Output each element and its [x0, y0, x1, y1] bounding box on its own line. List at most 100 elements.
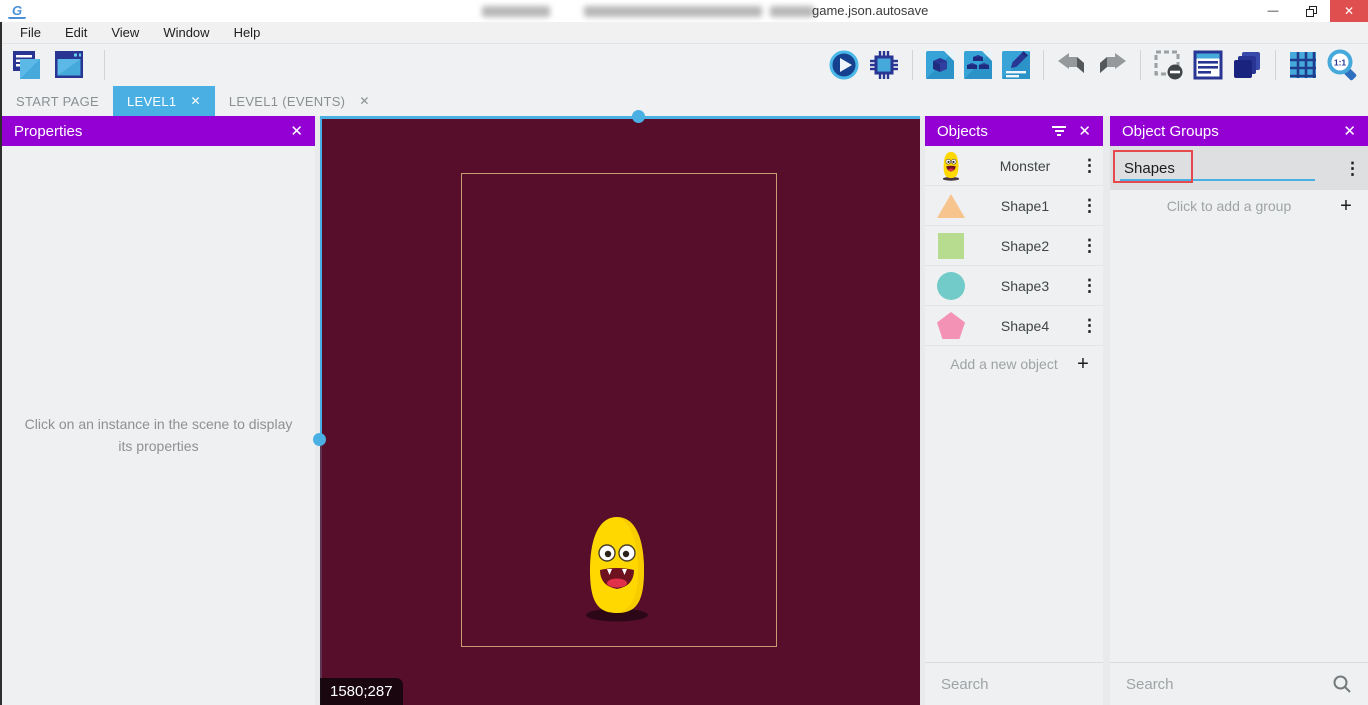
tab-close-icon[interactable]: ✕ [359, 94, 369, 108]
filter-icon[interactable] [1052, 124, 1066, 138]
object-menu-icon[interactable]: ⋮ [1081, 197, 1095, 214]
tab-level1-events[interactable]: LEVEL1 (EVENTS) ✕ [215, 86, 384, 116]
panel-title: Properties [14, 123, 278, 140]
menu-window[interactable]: Window [151, 22, 221, 44]
panel-resize-bar[interactable] [320, 116, 322, 440]
properties-empty-message: Click on an instance in the scene to dis… [20, 414, 297, 457]
plus-icon[interactable]: + [1073, 353, 1093, 376]
menu-help[interactable]: Help [222, 22, 273, 44]
main-area: Properties ✕ Click on an instance in the… [0, 116, 1368, 705]
minimize-button[interactable]: — [1254, 0, 1292, 22]
deselect-icon [1153, 49, 1185, 81]
tab-label: START PAGE [16, 94, 99, 109]
tab-label: LEVEL1 [127, 94, 177, 109]
instances-list-button[interactable] [1193, 48, 1223, 82]
orange-triangle-icon [933, 193, 969, 219]
undo-icon [1056, 51, 1088, 79]
panel-resize-bar-dim [320, 440, 322, 705]
redo-icon [1096, 51, 1128, 79]
redacted-title-segment [482, 6, 550, 17]
pink-pentagon-icon [933, 312, 969, 339]
properties-editor-button[interactable] [1001, 48, 1031, 82]
close-panel-icon[interactable]: ✕ [290, 122, 303, 140]
groups-search-input[interactable] [1126, 676, 1332, 693]
object-name: Shape4 [969, 318, 1081, 334]
close-panel-icon[interactable]: ✕ [1078, 122, 1091, 140]
restore-button[interactable] [1292, 0, 1330, 22]
zoom-1-1-icon: 1:1 [1326, 49, 1358, 81]
tab-close-icon[interactable]: ✕ [190, 94, 200, 108]
toolbar: 1:1 [0, 44, 1368, 86]
instances-list-icon [1193, 50, 1223, 80]
object-row-shape1[interactable]: Shape1 ⋮ [925, 186, 1103, 226]
object-groups-panel: Object Groups ✕ ⋮ Click to add a group + [1110, 116, 1368, 705]
svg-text:1:1: 1:1 [1334, 58, 1347, 68]
tab-start-page[interactable]: START PAGE [2, 86, 113, 116]
toolbar-divider [1275, 50, 1276, 80]
layers-icon [1231, 49, 1263, 81]
canvas-top-border [320, 116, 920, 119]
objects-panel: Objects ✕ Monster ⋮ Shape1 ⋮ [925, 116, 1103, 705]
scene-canvas[interactable]: 1580;287 [320, 116, 920, 705]
scene-window-icon [52, 49, 86, 81]
object-menu-icon[interactable]: ⋮ [1081, 277, 1095, 294]
grid-button[interactable] [1288, 48, 1318, 82]
resize-handle-left[interactable] [313, 433, 326, 446]
object-row-shape3[interactable]: Shape3 ⋮ [925, 266, 1103, 306]
add-group-label: Click to add a group [1122, 198, 1336, 214]
add-object-row[interactable]: Add a new object + [925, 346, 1103, 382]
window-title: game.json.autosave [812, 3, 928, 18]
teal-circle-icon [933, 272, 969, 300]
objects-editor-button[interactable] [925, 48, 955, 82]
objects-panel-icon [925, 50, 955, 80]
toolbar-divider [104, 50, 105, 80]
grid-icon [1288, 50, 1318, 80]
monster-sprite [581, 514, 653, 624]
object-row-monster[interactable]: Monster ⋮ [925, 146, 1103, 186]
tab-bar: START PAGE LEVEL1 ✕ LEVEL1 (EVENTS) ✕ [2, 86, 1368, 116]
tab-label: LEVEL1 (EVENTS) [229, 94, 346, 109]
zoom-original-button[interactable]: 1:1 [1326, 48, 1358, 82]
plus-icon[interactable]: + [1336, 195, 1356, 218]
clear-selection-button[interactable] [1153, 48, 1185, 82]
group-name-edit-row: ⋮ [1110, 146, 1368, 190]
project-manager-button[interactable] [10, 48, 44, 82]
object-row-shape2[interactable]: Shape2 ⋮ [925, 226, 1103, 266]
redacted-title-segment [584, 6, 762, 17]
close-button[interactable]: ✕ [1330, 0, 1368, 22]
object-menu-icon[interactable]: ⋮ [1081, 237, 1095, 254]
title-bar: G game.json.autosave — ✕ [0, 0, 1368, 22]
toolbar-divider [1043, 50, 1044, 80]
play-icon [828, 49, 860, 81]
object-menu-icon[interactable]: ⋮ [1081, 317, 1095, 334]
close-panel-icon[interactable]: ✕ [1343, 122, 1356, 140]
cursor-coordinates: 1580;287 [320, 678, 403, 705]
object-groups-editor-button[interactable] [963, 48, 993, 82]
menu-edit[interactable]: Edit [53, 22, 99, 44]
debugger-chip-icon [868, 49, 900, 81]
group-menu-icon[interactable]: ⋮ [1344, 160, 1358, 177]
objects-search-bar [925, 662, 1103, 705]
undo-button[interactable] [1056, 48, 1088, 82]
toolbar-divider [1140, 50, 1141, 80]
menu-file[interactable]: File [8, 22, 53, 44]
tab-level1[interactable]: LEVEL1 ✕ [113, 86, 215, 116]
groups-search-bar [1110, 662, 1368, 705]
debug-button[interactable] [868, 48, 900, 82]
object-name: Shape3 [969, 278, 1081, 294]
object-menu-icon[interactable]: ⋮ [1081, 157, 1095, 174]
edit-properties-icon [1001, 50, 1031, 80]
redo-button[interactable] [1096, 48, 1128, 82]
scene-editor-button[interactable] [52, 48, 86, 82]
menu-view[interactable]: View [99, 22, 151, 44]
green-square-icon [933, 233, 969, 259]
layers-editor-button[interactable] [1231, 48, 1263, 82]
play-button[interactable] [828, 48, 860, 82]
redacted-title-segment [770, 6, 814, 17]
group-name-input[interactable] [1120, 156, 1315, 181]
add-group-row[interactable]: Click to add a group + [1110, 190, 1368, 222]
object-row-shape4[interactable]: Shape4 ⋮ [925, 306, 1103, 346]
monster-instance[interactable] [581, 514, 653, 624]
toolbar-divider [912, 50, 913, 80]
resize-handle-top[interactable] [632, 110, 645, 123]
